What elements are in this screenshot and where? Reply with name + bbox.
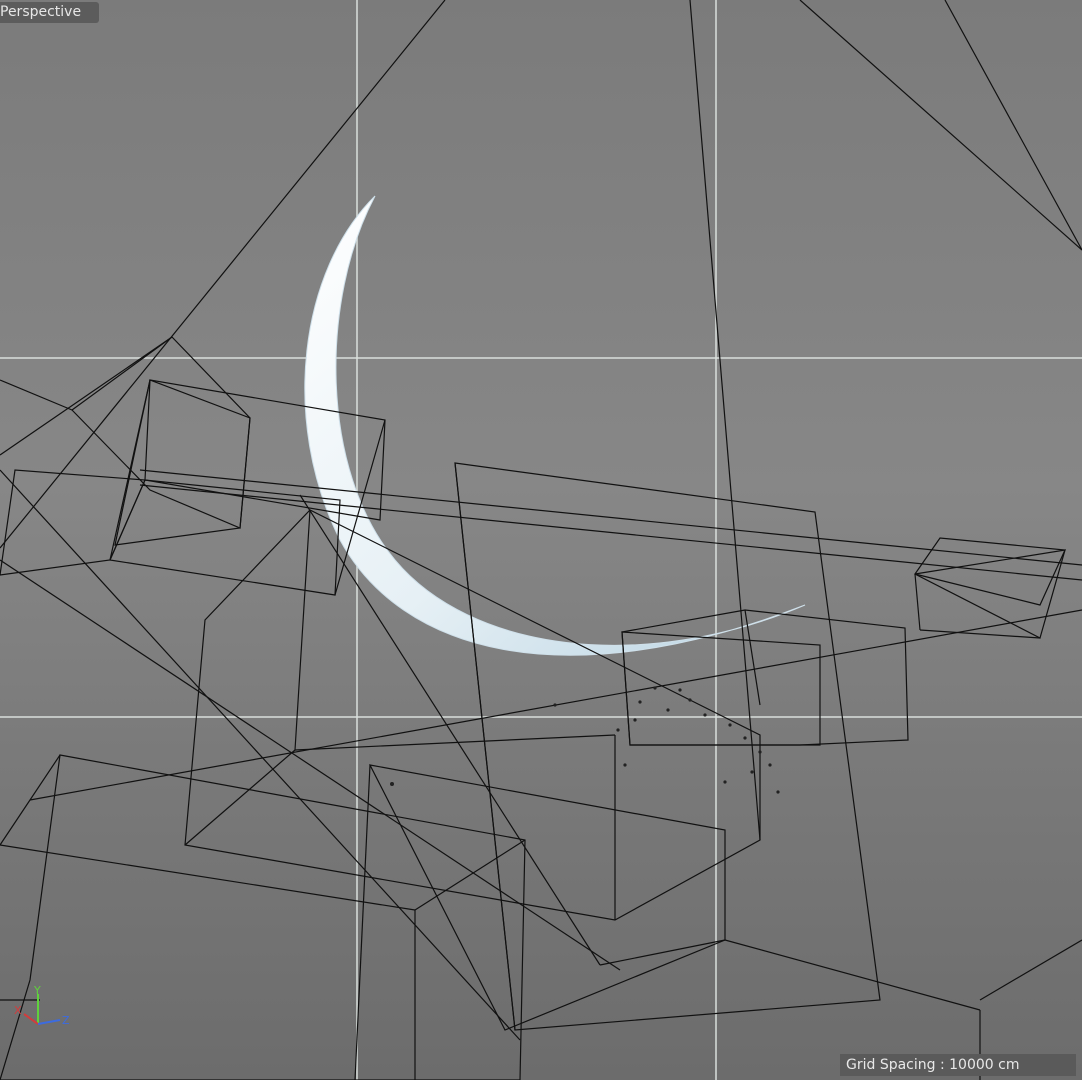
- axis-gizmo: Y X Z: [14, 986, 70, 1027]
- 3d-viewport[interactable]: Perspective Y X Z Grid Spacing : 10000 c…: [0, 0, 1082, 1080]
- particle-markers: [390, 686, 780, 794]
- z-axis-label: Z: [62, 1014, 70, 1027]
- x-axis-label: X: [14, 1004, 22, 1017]
- wireframe-objects: [0, 0, 1082, 1080]
- y-axis-label: Y: [33, 986, 41, 997]
- moon-crescent: [304, 195, 806, 656]
- grid-spacing-readout: Grid Spacing : 10000 cm: [840, 1054, 1076, 1076]
- view-name-label[interactable]: Perspective: [0, 2, 99, 23]
- x-axis-line: [23, 1013, 39, 1025]
- scene-canvas[interactable]: [0, 0, 1082, 1080]
- z-axis-line: [37, 1019, 61, 1025]
